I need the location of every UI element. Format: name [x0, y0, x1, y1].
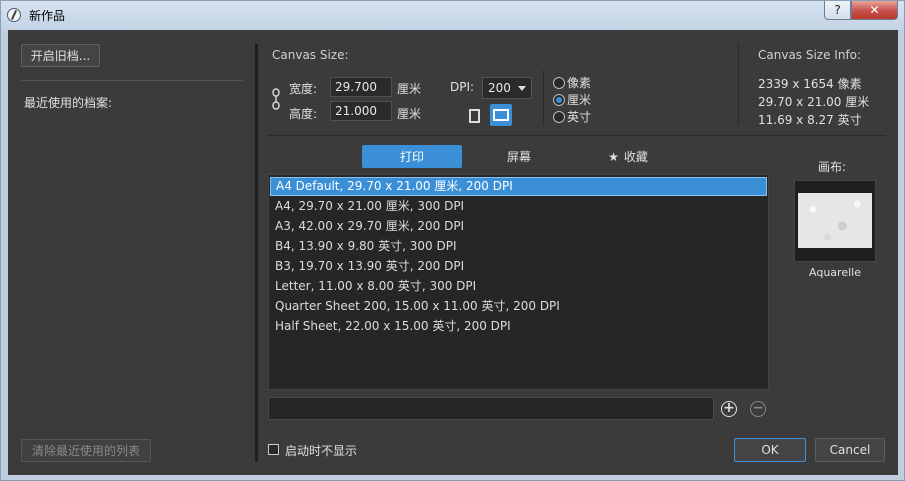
info-inches: 11.69 x 8.27 英寸: [758, 113, 862, 127]
divider: [738, 44, 739, 124]
portrait-orientation-icon[interactable]: [469, 109, 480, 123]
remove-preset-icon[interactable]: −: [750, 401, 766, 417]
dpi-value: 200: [488, 81, 511, 95]
help-button[interactable]: ?: [824, 1, 851, 20]
tab-favorites-label: 收藏: [623, 150, 648, 164]
unit-radio-label: 像素: [567, 76, 592, 90]
height-input[interactable]: 21.000: [330, 101, 392, 121]
add-preset-icon[interactable]: +: [721, 401, 737, 417]
ok-button[interactable]: OK: [734, 438, 806, 462]
unit-radio-cm[interactable]: 厘米: [553, 91, 591, 108]
star-icon: ★: [608, 149, 619, 164]
dont-show-label: 启动时不显示: [285, 444, 358, 458]
clear-recent-button[interactable]: 清除最近使用的列表: [21, 439, 151, 462]
dpi-select[interactable]: 200: [482, 77, 532, 99]
dialog-body: 开启旧档... 最近使用的档案: 清除最近使用的列表 Canvas Size: …: [8, 30, 898, 475]
preset-list[interactable]: A4 Default, 29.70 x 21.00 厘米, 200 DPI A4…: [268, 174, 769, 390]
height-label: 高度:: [289, 107, 318, 121]
paper-name: Aquarelle: [809, 266, 861, 279]
list-item[interactable]: A3, 42.00 x 29.70 厘米, 200 DPI: [270, 217, 767, 236]
radio-dot: [553, 93, 565, 106]
panel-separator: [255, 44, 258, 462]
list-item[interactable]: Quarter Sheet 200, 15.00 x 11.00 英寸, 200…: [270, 297, 767, 316]
width-unit: 厘米: [397, 82, 422, 96]
title-bar[interactable]: 新作品 ? ✕: [1, 1, 904, 30]
unit-radio-inches[interactable]: 英寸: [553, 108, 591, 125]
new-artwork-dialog: 新作品 ? ✕ 开启旧档... 最近使用的档案: 清除最近使用的列表 Canva…: [0, 0, 905, 481]
info-pixels: 2339 x 1654 像素: [758, 77, 862, 91]
recent-files-label: 最近使用的档案:: [24, 96, 113, 110]
left-panel: 开启旧档... 最近使用的档案: 清除最近使用的列表: [8, 30, 255, 475]
app-logo-icon: [7, 8, 21, 22]
list-item[interactable]: B3, 19.70 x 13.90 英寸, 200 DPI: [270, 257, 767, 276]
close-button[interactable]: ✕: [851, 1, 898, 20]
unit-radio-pixels[interactable]: 像素: [553, 74, 591, 91]
list-item[interactable]: Half Sheet, 22.00 x 15.00 英寸, 200 DPI: [270, 317, 767, 336]
cancel-button[interactable]: Cancel: [815, 438, 885, 462]
divider: [21, 80, 243, 81]
width-label: 宽度:: [289, 82, 318, 96]
canvas-size-heading: Canvas Size:: [272, 48, 349, 62]
radio-dot: [553, 76, 565, 89]
divider: [543, 70, 544, 126]
info-cm: 29.70 x 21.00 厘米: [758, 95, 870, 109]
landscape-orientation-button[interactable]: [490, 104, 512, 126]
paper-thumbnail[interactable]: [794, 180, 876, 262]
open-old-file-button[interactable]: 开启旧档...: [21, 44, 100, 67]
preset-name-input[interactable]: [268, 397, 714, 420]
list-item[interactable]: A4 Default, 29.70 x 21.00 厘米, 200 DPI: [270, 177, 767, 196]
link-chain-icon[interactable]: [271, 88, 281, 110]
paper-texture-image: [798, 193, 872, 248]
unit-radio-label: 英寸: [567, 110, 592, 124]
unit-radio-label: 厘米: [567, 93, 592, 107]
list-item[interactable]: Letter, 11.00 x 8.00 英寸, 300 DPI: [270, 277, 767, 296]
list-item[interactable]: A4, 29.70 x 21.00 厘米, 300 DPI: [270, 197, 767, 216]
tab-screen[interactable]: 屏幕: [469, 145, 569, 168]
width-input[interactable]: 29.700: [330, 77, 392, 97]
tab-print[interactable]: 打印: [362, 145, 462, 168]
canvas-size-info-heading: Canvas Size Info:: [758, 48, 862, 62]
radio-dot: [553, 110, 565, 123]
list-item[interactable]: B4, 13.90 x 9.80 英寸, 300 DPI: [270, 237, 767, 256]
landscape-orientation-icon: [493, 109, 509, 121]
height-unit: 厘米: [397, 107, 422, 121]
window-title: 新作品: [29, 9, 66, 23]
dpi-label: DPI:: [450, 80, 475, 94]
dont-show-checkbox[interactable]: [268, 444, 279, 455]
divider: [268, 135, 886, 136]
canvas-paper-label: 画布:: [818, 160, 847, 174]
tab-favorites[interactable]: ★ 收藏: [578, 145, 678, 168]
dropdown-arrow-icon: [518, 86, 526, 91]
